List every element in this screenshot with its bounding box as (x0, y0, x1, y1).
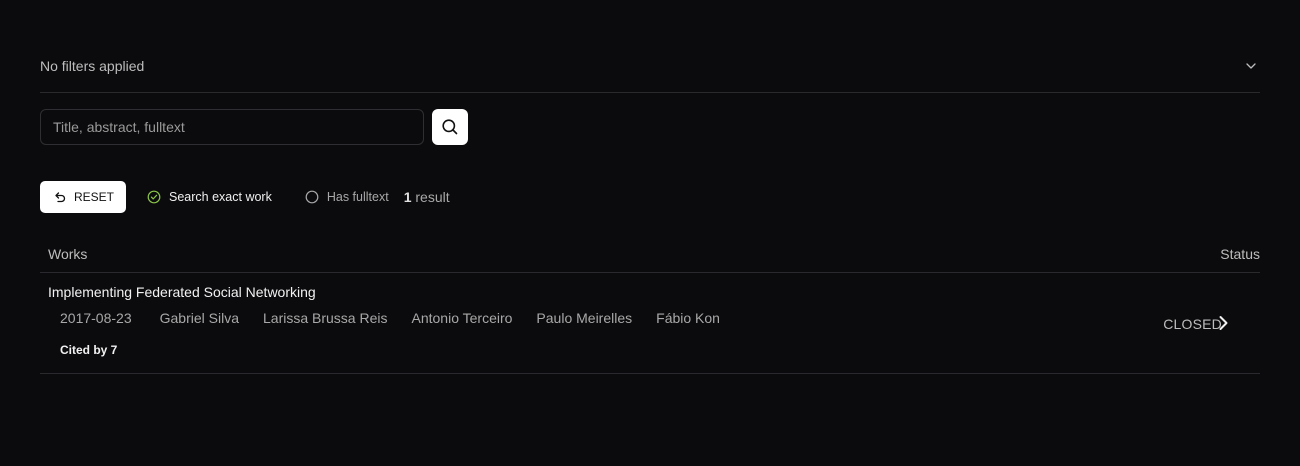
search-exact-work-label: Search exact work (169, 190, 272, 204)
table-row[interactable]: Implementing Federated Social Networking… (40, 273, 1260, 374)
empty-circle-icon (305, 190, 319, 204)
check-circle-icon (147, 190, 161, 204)
search-icon (442, 119, 458, 135)
author-name[interactable]: Paulo Meirelles (536, 310, 632, 326)
search-button[interactable] (432, 109, 468, 145)
author-name[interactable]: Larissa Brussa Reis (263, 310, 388, 326)
filters-summary: No filters applied (40, 58, 145, 74)
work-meta: 2017-08-23 Gabriel Silva Larissa Brussa … (60, 310, 744, 326)
undo-icon (55, 191, 66, 202)
status-badge: CLOSED (1163, 316, 1222, 332)
search-input[interactable] (40, 109, 424, 145)
result-word: result (415, 189, 450, 205)
chevron-down-icon (1246, 63, 1256, 69)
status-column-header: Status (1220, 245, 1260, 262)
cited-by-count: Cited by 7 (60, 343, 118, 357)
has-fulltext-checkbox[interactable]: Has fulltext (305, 190, 389, 204)
search-exact-work-checkbox[interactable]: Search exact work (147, 190, 272, 204)
has-fulltext-label: Has fulltext (326, 190, 389, 204)
filters-toggle[interactable]: No filters applied (40, 42, 1260, 93)
reset-label: RESET (74, 190, 115, 204)
result-number: 1 (403, 189, 412, 205)
work-title[interactable]: Implementing Federated Social Networking (48, 284, 316, 300)
chevron-right-icon[interactable] (1216, 315, 1230, 331)
works-column-header: Works (48, 245, 88, 262)
author-name[interactable]: Gabriel Silva (160, 310, 239, 326)
result-count: 1 result (404, 189, 450, 205)
author-name[interactable]: Fábio Kon (656, 310, 720, 326)
table-header: Works Status (40, 235, 1260, 273)
search-options: RESET Search exact work Has fulltext 1 r… (40, 181, 450, 213)
author-name[interactable]: Antonio Terceiro (412, 310, 513, 326)
reset-button[interactable]: RESET (40, 181, 127, 213)
work-date: 2017-08-23 (60, 310, 132, 326)
search-bar (40, 109, 468, 145)
